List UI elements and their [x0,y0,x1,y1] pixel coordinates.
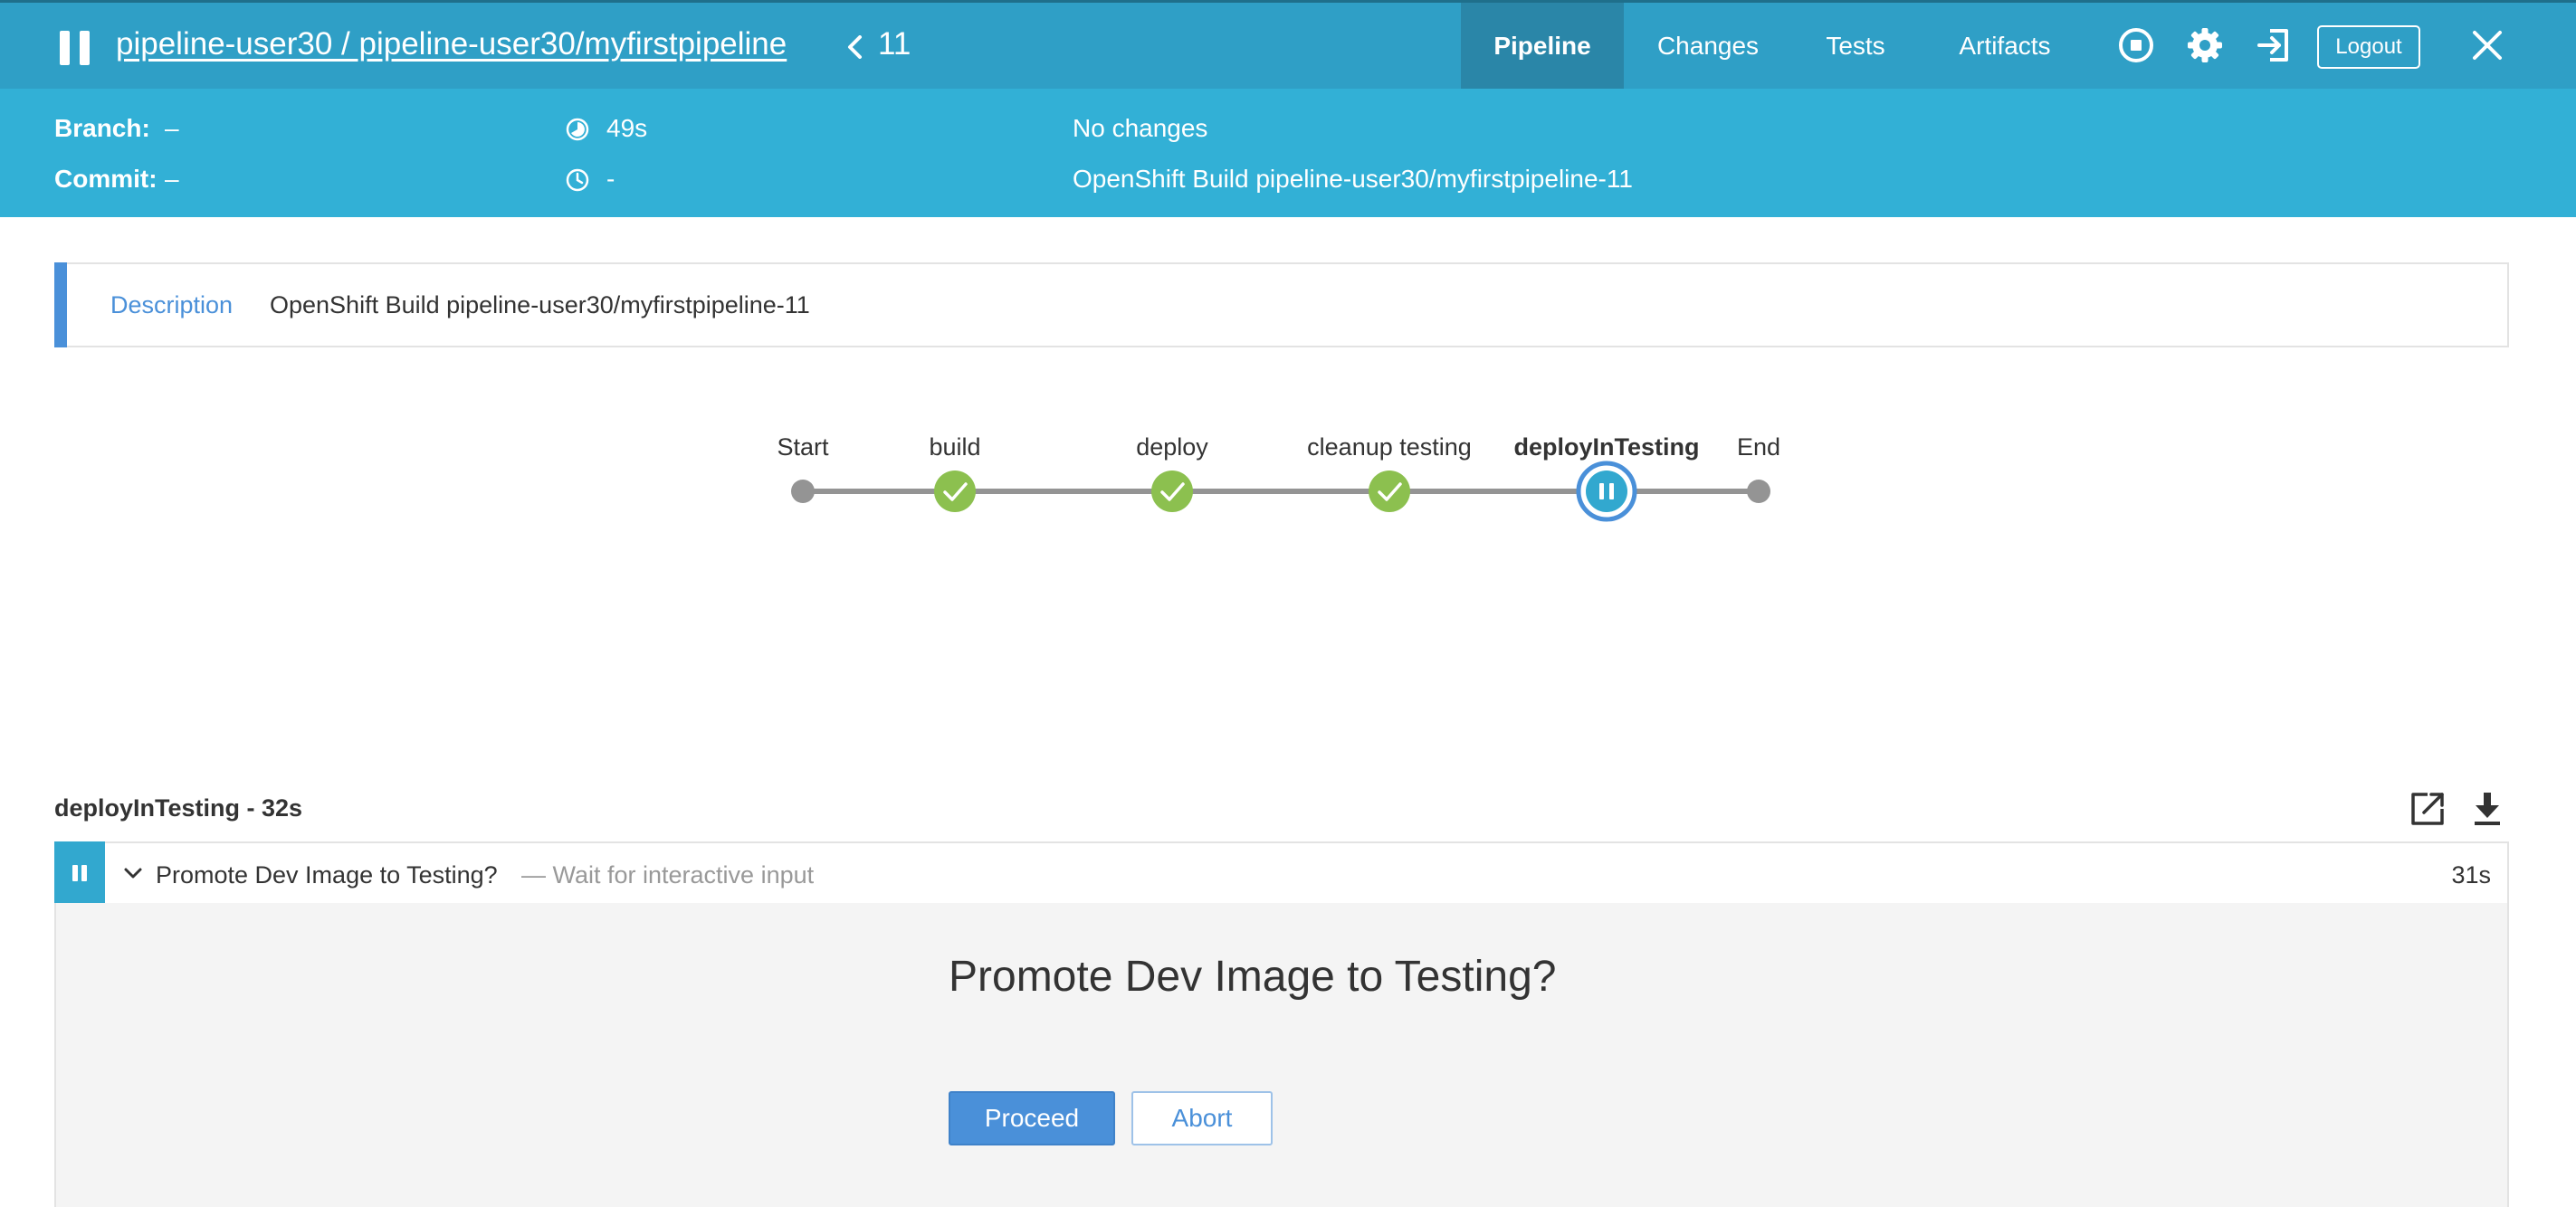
stage-node-deploy[interactable] [1151,470,1193,512]
description-box: Description OpenShift Build pipeline-use… [54,262,2509,347]
abort-button[interactable]: Abort [1131,1091,1273,1145]
gear-icon[interactable] [2185,25,2225,65]
step-duration: 31s [2451,861,2491,889]
description-accent [54,262,67,347]
close-icon[interactable] [2467,25,2507,65]
breadcrumb[interactable]: pipeline-user30 / pipeline-user30/myfirs… [116,26,787,62]
step-name: Promote Dev Image to Testing? [156,861,498,889]
step-row[interactable]: Promote Dev Image to Testing? — Wait for… [54,841,2509,905]
stage-label-deployintesting: deployInTesting [1513,433,1699,461]
changes-value: No changes [1073,114,1208,142]
run-number: 11 [878,26,911,62]
top-bar: pipeline-user30 / pipeline-user30/myfirs… [0,0,2576,89]
description-label: Description [110,291,234,318]
tab-pipeline[interactable]: Pipeline [1461,3,1624,89]
input-question: Promote Dev Image to Testing? [949,953,1557,1001]
stage-node-cleanup-testing[interactable] [1369,470,1410,512]
stage-node-end [1747,480,1770,503]
download-icon[interactable] [2467,789,2507,829]
stage-label-cleanup-testing: cleanup testing [1307,433,1472,461]
exit-icon[interactable] [2254,25,2294,65]
proceed-button[interactable]: Proceed [949,1091,1115,1145]
tab-tests[interactable]: Tests [1792,3,1919,89]
stage-node-build[interactable] [934,470,976,512]
started-value: - [606,165,615,193]
description-text: OpenShift Build pipeline-user30/myfirstp… [270,291,810,318]
duration-icon [566,118,589,141]
branch-value: – [165,114,179,142]
chevron-left-icon[interactable] [845,35,865,59]
branch-label: Branch: [54,114,150,142]
stop-icon[interactable] [2116,25,2156,65]
log-title: deployInTesting - 32s [54,794,303,822]
stage-label-start: Start [777,433,829,461]
step-description: — Wait for interactive input [521,861,815,889]
stage-label-deploy: deploy [1136,433,1208,461]
commit-value: – [165,165,179,193]
stage-node-deployintesting[interactable] [1576,461,1637,522]
open-external-icon[interactable] [2408,789,2447,829]
stage-label-build: build [929,433,980,461]
chevron-down-icon[interactable] [123,865,143,883]
clock-icon [566,168,589,192]
commit-label: Commit: [54,165,157,193]
build-name: OpenShift Build pipeline-user30/myfirstp… [1073,165,1633,193]
step-status-paused [54,841,105,905]
pause-icon[interactable] [60,31,91,65]
logout-button[interactable]: Logout [2317,25,2420,69]
run-info-bar: Branch: – Commit: – 49s - No changes Ope… [0,89,2576,217]
input-panel: Promote Dev Image to Testing? Proceed Ab… [54,903,2509,1207]
stage-node-start [791,480,815,503]
tab-changes[interactable]: Changes [1624,3,1792,89]
stage-label-end: End [1737,433,1780,461]
tab-artifacts[interactable]: Artifacts [1919,3,2091,89]
duration-value: 49s [606,114,648,142]
